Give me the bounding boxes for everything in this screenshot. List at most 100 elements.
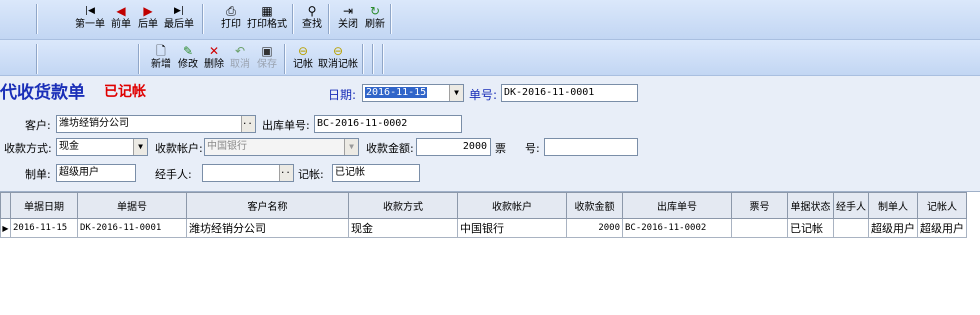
new-button[interactable]: 🗋 新增: [151, 43, 171, 71]
row-pointer-icon: ▶: [0, 218, 11, 238]
method-value: 现金: [59, 141, 79, 152]
table-cell[interactable]: [833, 218, 869, 238]
column-header[interactable]: 收款金额: [566, 192, 623, 219]
table-cell[interactable]: 2016-11-15: [10, 218, 78, 238]
print-format-icon: ▦: [261, 4, 273, 18]
post-button[interactable]: ⊖ 记帐: [293, 43, 313, 71]
print-button[interactable]: ⎙ 打印: [221, 3, 241, 31]
poster-field: 已记帐: [332, 164, 420, 182]
close-label: 关闭: [338, 19, 358, 30]
edit-button[interactable]: ✎ 修改: [178, 43, 198, 71]
table-cell[interactable]: BC-2016-11-0002: [622, 218, 732, 238]
handler-field[interactable]: ...: [202, 164, 294, 182]
method-select[interactable]: 现金 ▼: [56, 138, 148, 156]
save-label: 保存: [257, 59, 277, 70]
column-header[interactable]: 票号: [731, 192, 788, 219]
column-header[interactable]: 出库单号: [622, 192, 732, 219]
outbound-label: 出库单号:: [262, 119, 310, 132]
table-row[interactable]: ▶ 2016-11-15 DK-2016-11-0001 潍坊经销分公司 现金 …: [0, 218, 967, 238]
column-header[interactable]: 客户名称: [186, 192, 349, 219]
records-table: 单据日期 单据号 客户名称 收款方式 收款帐户 收款金额 出库单号 票号 单据状…: [0, 192, 967, 238]
last-record-icon: ▶|: [174, 6, 184, 16]
ticket-label: 票: [495, 142, 506, 155]
edit-icon: ✎: [182, 44, 194, 58]
table-cell[interactable]: 现金: [348, 218, 458, 238]
undo-icon: ↶: [234, 44, 246, 58]
column-header[interactable]: 收款方式: [348, 192, 458, 219]
table-cell[interactable]: 超级用户: [868, 218, 918, 238]
toolbar-separator: [362, 44, 364, 74]
table-cell[interactable]: 中国银行: [457, 218, 567, 238]
date-value: 2016-11-15: [365, 87, 428, 98]
maker-label: 制单:: [25, 168, 51, 181]
table-cell[interactable]: 超级用户: [917, 218, 967, 238]
chevron-down-icon[interactable]: ▼: [344, 139, 358, 155]
table-cell[interactable]: [731, 218, 788, 238]
post-icon: ⊖: [297, 44, 309, 58]
account-label: 收款帐户:: [155, 142, 203, 155]
find-button[interactable]: ⚲ 查找: [302, 3, 322, 31]
browse-ellipsis-icon[interactable]: ...: [241, 116, 255, 132]
last-record-button[interactable]: ▶| 最后单: [164, 3, 194, 31]
print-format-label: 打印格式: [247, 19, 287, 30]
column-header[interactable]: 制单人: [868, 192, 918, 219]
toolbar-separator: [372, 44, 374, 74]
column-header[interactable]: 单据号: [77, 192, 187, 219]
first-record-button[interactable]: |◀ 第一单: [75, 3, 105, 31]
page-title: 代收货款单: [0, 83, 85, 103]
new-label: 新增: [151, 59, 171, 70]
data-grid[interactable]: 单据日期 单据号 客户名称 收款方式 收款帐户 收款金额 出库单号 票号 单据状…: [0, 192, 980, 315]
cancel-label: 取消: [230, 59, 250, 70]
toolbar-separator: [202, 4, 204, 34]
docno-field[interactable]: DK-2016-11-0001: [501, 84, 638, 102]
column-header[interactable]: 单据日期: [10, 192, 78, 219]
toolbar-separator: [36, 44, 38, 74]
customer-field[interactable]: 潍坊经销分公司 ...: [56, 115, 256, 133]
exit-door-icon: ⇥: [342, 4, 354, 18]
table-cell[interactable]: 2000: [566, 218, 623, 238]
date-label: 日期:: [328, 88, 357, 102]
prev-record-button[interactable]: ◀ 前单: [111, 3, 131, 31]
table-cell[interactable]: DK-2016-11-0001: [77, 218, 187, 238]
close-button[interactable]: ⇥ 关闭: [338, 3, 358, 31]
toolbar-navigation: |◀ 第一单 ◀ 前单 ▶ 后单 ▶| 最后单 ⎙ 打印 ▦ 打印格式 ⚲ 查找…: [0, 0, 980, 40]
table-cell[interactable]: 已记帐: [787, 218, 834, 238]
column-header[interactable]: 经手人: [833, 192, 869, 219]
toolbar-edit: 🗋 新增 ✎ 修改 ✕ 删除 ↶ 取消 ▣ 保存 ⊖ 记帐 ⊖ 取消记帐: [0, 40, 980, 76]
customer-value: 潍坊经销分公司: [59, 118, 129, 129]
toolbar-separator: [390, 4, 392, 34]
floppy-disk-icon: ▣: [261, 44, 273, 58]
form-pane: 代收货款单 已记帐 日期: 2016-11-15 ▼ 单号: DK-2016-1…: [0, 76, 980, 192]
browse-ellipsis-icon[interactable]: ...: [279, 165, 293, 181]
unpost-label: 取消记帐: [318, 59, 358, 70]
column-header[interactable]: 收款帐户: [457, 192, 567, 219]
print-format-button[interactable]: ▦ 打印格式: [247, 3, 287, 31]
table-cell[interactable]: 潍坊经销分公司: [186, 218, 349, 238]
next-record-button[interactable]: ▶ 后单: [138, 3, 158, 31]
number-label: 号:: [525, 142, 540, 155]
date-picker[interactable]: 2016-11-15 ▼: [362, 84, 464, 102]
customer-label: 客户:: [25, 119, 51, 132]
last-record-label: 最后单: [164, 19, 194, 30]
toolbar-separator: [328, 4, 330, 34]
chevron-down-icon[interactable]: ▼: [133, 139, 147, 155]
number-field[interactable]: [544, 138, 638, 156]
amount-field[interactable]: 2000: [416, 138, 491, 156]
account-value: 中国银行: [207, 141, 247, 152]
delete-button[interactable]: ✕ 删除: [204, 43, 224, 71]
print-label: 打印: [221, 19, 241, 30]
cancel-button[interactable]: ↶ 取消: [230, 43, 250, 71]
refresh-button[interactable]: ↻ 刷新: [365, 3, 385, 31]
column-header[interactable]: 记帐人: [917, 192, 967, 219]
toolbar-separator: [292, 4, 294, 34]
save-button[interactable]: ▣ 保存: [257, 43, 277, 71]
arrow-right-icon: ▶: [143, 4, 153, 18]
find-label: 查找: [302, 19, 322, 30]
outbound-field[interactable]: BC-2016-11-0002: [314, 115, 462, 133]
column-header[interactable]: 单据状态: [787, 192, 834, 219]
refresh-label: 刷新: [365, 19, 385, 30]
printer-icon: ⎙: [226, 4, 236, 18]
chevron-down-icon[interactable]: ▼: [449, 85, 463, 101]
unpost-button[interactable]: ⊖ 取消记帐: [318, 43, 358, 71]
account-select[interactable]: 中国银行 ▼: [204, 138, 359, 156]
